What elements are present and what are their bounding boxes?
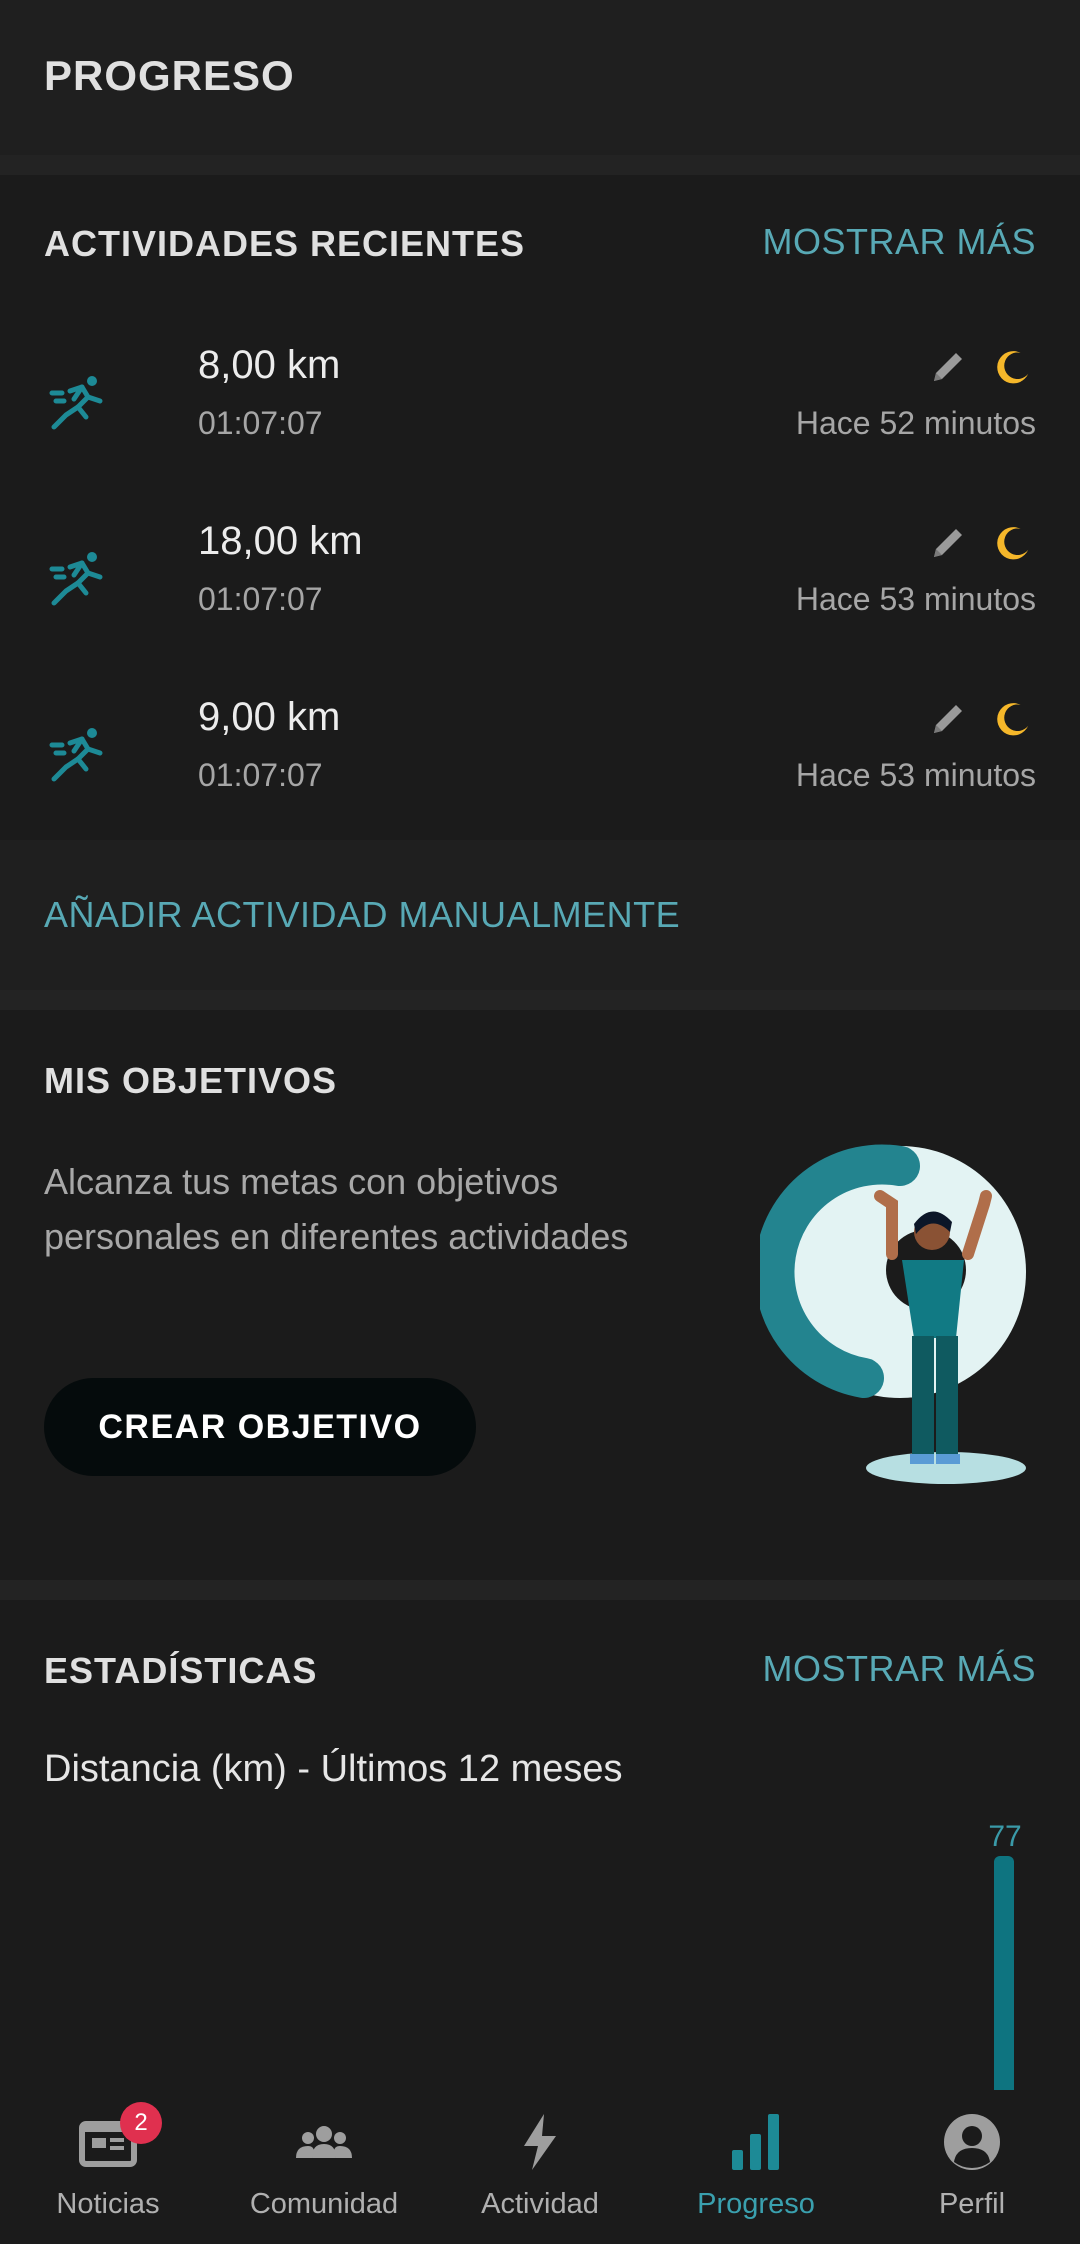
nav-item-noticias[interactable]: 2 Noticias bbox=[0, 2090, 216, 2244]
show-more-stats-link[interactable]: MOSTRAR MÁS bbox=[762, 1648, 1036, 1690]
chart-subtitle: Distancia (km) - Últimos 12 meses bbox=[44, 1748, 623, 1790]
nav-label: Comunidad bbox=[249, 2188, 399, 2220]
community-icon bbox=[296, 2126, 352, 2158]
activity-time-ago: Hace 53 minutos bbox=[795, 757, 1036, 793]
nav-label: Actividad bbox=[481, 2188, 599, 2220]
activity-duration: 01:07:07 bbox=[198, 581, 323, 617]
running-icon bbox=[49, 728, 103, 782]
bar-data-label: 77 bbox=[988, 1820, 1022, 1853]
moon-icon bbox=[997, 527, 1029, 560]
goal-illustration bbox=[760, 1144, 1026, 1484]
pencil-icon[interactable] bbox=[928, 347, 968, 387]
bar-chart-icon bbox=[732, 2114, 779, 2170]
create-goal-button[interactable]: CREAR OBJETIVO bbox=[44, 1378, 476, 1476]
nav-item-progreso[interactable]: Progreso bbox=[648, 2090, 864, 2244]
page-title: PROGRESO bbox=[44, 52, 295, 99]
app-header: PROGRESO bbox=[0, 0, 1080, 155]
goals-description: Alcanza tus metas con objetivos personal… bbox=[44, 1161, 629, 1257]
lightning-icon bbox=[524, 2114, 556, 2170]
statistics-title: ESTADÍSTICAS bbox=[44, 1650, 318, 1691]
nav-label: Perfil bbox=[938, 2188, 1006, 2220]
moon-icon bbox=[997, 351, 1029, 384]
activity-row[interactable]: 18,00 km 01:07:07 Hace 53 minutos bbox=[0, 491, 1080, 667]
pencil-icon[interactable] bbox=[928, 523, 968, 563]
running-icon bbox=[49, 552, 103, 606]
activity-time-ago: Hace 53 minutos bbox=[795, 581, 1036, 617]
nav-item-actividad[interactable]: Actividad bbox=[432, 2090, 648, 2244]
activity-duration: 01:07:07 bbox=[198, 405, 323, 441]
notification-badge: 2 bbox=[120, 2102, 162, 2144]
divider bbox=[0, 155, 1080, 175]
goals-card: MIS OBJETIVOS Alcanza tus metas con obje… bbox=[0, 1010, 1080, 1580]
divider bbox=[0, 990, 1080, 1010]
chart-bar[interactable] bbox=[994, 1856, 1014, 2090]
nav-label: Progreso bbox=[697, 2188, 815, 2220]
bottom-navigation: 2 Noticias Comunidad Actividad Progreso bbox=[0, 2090, 1080, 2244]
nav-item-comunidad[interactable]: Comunidad bbox=[216, 2090, 432, 2244]
activity-row[interactable]: 8,00 km 01:07:07 Hace 52 minutos bbox=[0, 315, 1080, 491]
activity-row[interactable]: 9,00 km 01:07:07 Hace 53 minutos bbox=[0, 667, 1080, 843]
running-icon bbox=[49, 376, 103, 430]
activity-distance: 18,00 km bbox=[198, 519, 363, 563]
nav-label: Noticias bbox=[56, 2188, 160, 2220]
add-activity-row: AÑADIR ACTIVIDAD MANUALMENTE bbox=[0, 840, 1080, 990]
show-more-activities-link[interactable]: MOSTRAR MÁS bbox=[762, 221, 1036, 263]
nav-item-perfil[interactable]: Perfil bbox=[864, 2090, 1080, 2244]
pencil-icon[interactable] bbox=[928, 699, 968, 739]
activity-duration: 01:07:07 bbox=[198, 757, 323, 793]
divider bbox=[0, 1580, 1080, 1600]
activity-time-ago: Hace 52 minutos bbox=[795, 405, 1036, 441]
recent-activities-card: ACTIVIDADES RECIENTES MOSTRAR MÁS 8,00 k… bbox=[0, 175, 1080, 840]
recent-activities-title: ACTIVIDADES RECIENTES bbox=[44, 223, 526, 264]
activity-distance: 8,00 km bbox=[198, 343, 341, 387]
moon-icon bbox=[997, 703, 1029, 736]
activity-distance: 9,00 km bbox=[198, 695, 341, 739]
profile-icon bbox=[944, 2114, 1000, 2170]
statistics-card: ESTADÍSTICAS MOSTRAR MÁS Distancia (km) … bbox=[0, 1600, 1080, 2090]
goals-title: MIS OBJETIVOS bbox=[44, 1060, 338, 1101]
add-manual-activity-link[interactable]: AÑADIR ACTIVIDAD MANUALMENTE bbox=[44, 894, 680, 936]
